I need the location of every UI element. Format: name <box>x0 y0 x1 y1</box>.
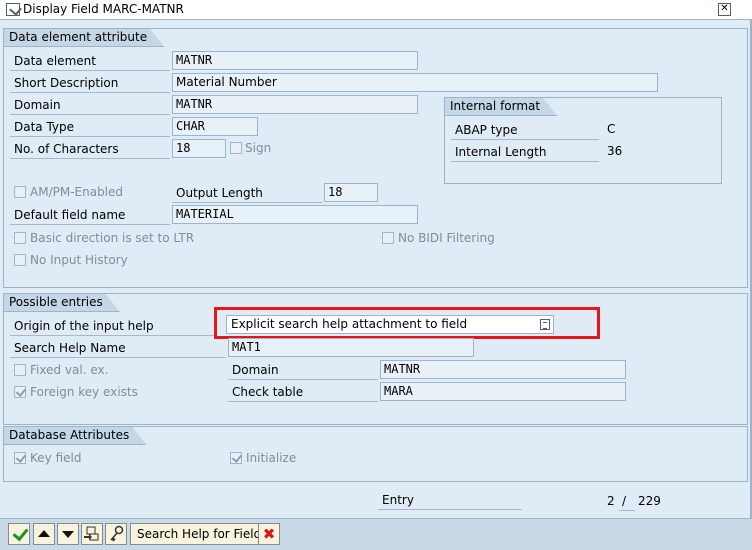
basic-direction-label: Basic direction is set to LTR <box>30 231 195 245</box>
fixed-val-label: Fixed val. ex. <box>30 363 109 377</box>
key-field-checkbox[interactable] <box>14 452 26 464</box>
entry-current: 2 <box>607 494 615 508</box>
abap-type-value: C <box>607 122 616 136</box>
continue-button[interactable] <box>8 523 30 545</box>
output-length-field[interactable]: 18 <box>324 183 378 202</box>
entry-label: Entry <box>382 493 414 507</box>
data-element-field[interactable]: MATNR <box>172 51 418 70</box>
short-description-field[interactable]: Material Number <box>172 73 658 92</box>
search-help-name-label: Search Help Name <box>10 339 226 358</box>
fixed-val-checkbox[interactable] <box>14 364 26 376</box>
foreign-key-label: Foreign key exists <box>30 385 138 399</box>
entry-label-underline: Entry <box>378 491 522 510</box>
entry-total: 229 <box>638 494 661 508</box>
origin-input-help-dropdown[interactable]: Explicit search help attachment to field <box>226 315 554 334</box>
database-attributes-title: Database Attributes <box>4 427 146 445</box>
search-help-for-field-button[interactable]: Search Help for Field <box>130 523 269 545</box>
possible-entries-title: Possible entries <box>4 294 120 312</box>
title-bar: Display Field MARC-MATNR ✕ <box>0 0 752 20</box>
default-field-name-label: Default field name <box>10 206 170 225</box>
internal-format-group: Internal format ABAP type C Internal Len… <box>444 97 722 184</box>
previous-entry-button[interactable] <box>33 523 55 545</box>
data-type-field[interactable]: CHAR <box>172 117 258 136</box>
no-input-history-label: No Input History <box>30 253 128 267</box>
cancel-icon: ✖ <box>262 525 276 543</box>
foreign-key-checkbox[interactable] <box>14 386 26 398</box>
domain-field[interactable]: MATNR <box>172 95 418 114</box>
key-field-label: Key field <box>30 451 82 465</box>
possible-entries-domain-field[interactable]: MATNR <box>380 360 626 379</box>
dropdown-list-icon[interactable] <box>540 319 550 330</box>
initialize-label: Initialize <box>246 451 297 465</box>
internal-length-value: 36 <box>607 144 623 158</box>
no-of-characters-field[interactable]: 18 <box>172 139 226 158</box>
data-element-group: Data element attribute Data element MATN… <box>3 28 748 288</box>
internal-length-label: Internal Length <box>451 143 599 162</box>
data-element-group-title: Data element attribute <box>4 29 164 47</box>
display-edit-icon <box>6 3 20 16</box>
no-bidi-label: No BIDI Filtering <box>398 231 495 245</box>
window-title: Display Field MARC-MATNR <box>23 2 184 16</box>
abap-type-label: ABAP type <box>451 121 599 140</box>
sign-checkbox[interactable] <box>230 142 242 154</box>
key-icon <box>110 525 124 542</box>
possible-entries-group: Possible entries Origin of the input hel… <box>3 293 748 425</box>
origin-input-help-label: Origin of the input help <box>10 317 216 336</box>
database-attributes-group: Database Attributes Key field Initialize <box>3 426 748 482</box>
dialog-body: Data element attribute Data element MATN… <box>0 20 752 518</box>
close-button[interactable]: ✕ <box>718 3 731 16</box>
check-table-field[interactable]: MARA <box>380 382 626 401</box>
output-length-label: Output Length <box>172 184 322 203</box>
next-entry-button[interactable] <box>57 523 79 545</box>
default-field-name-field[interactable]: MATERIAL <box>172 205 418 224</box>
sign-label: Sign <box>245 141 272 155</box>
data-element-label: Data element <box>10 52 170 71</box>
cancel-button[interactable]: ✖ <box>258 523 280 545</box>
key-button[interactable] <box>105 523 127 545</box>
am-pm-checkbox[interactable] <box>14 186 26 198</box>
basic-direction-checkbox[interactable] <box>14 232 26 244</box>
data-type-label: Data Type <box>10 118 170 137</box>
entry-separator-underline <box>619 510 635 511</box>
search-help-name-field[interactable]: MAT1 <box>228 338 474 357</box>
internal-format-title: Internal format <box>445 98 557 116</box>
possible-entries-domain-label: Domain <box>228 361 378 380</box>
entry-separator: / <box>622 494 627 508</box>
navigate-button[interactable] <box>81 523 103 545</box>
no-of-characters-label: No. of Characters <box>10 140 170 159</box>
bottom-toolbar: Search Help for Field ✖ <box>0 518 752 550</box>
am-pm-label: AM/PM-Enabled <box>30 185 124 199</box>
origin-input-help-value: Explicit search help attachment to field <box>231 317 468 331</box>
initialize-checkbox[interactable] <box>230 452 242 464</box>
short-description-label: Short Description <box>10 74 170 93</box>
no-bidi-checkbox[interactable] <box>382 232 394 244</box>
navigate-icon <box>84 526 99 541</box>
check-table-label: Check table <box>228 383 378 402</box>
domain-label: Domain <box>10 96 170 115</box>
no-input-history-checkbox[interactable] <box>14 254 26 266</box>
